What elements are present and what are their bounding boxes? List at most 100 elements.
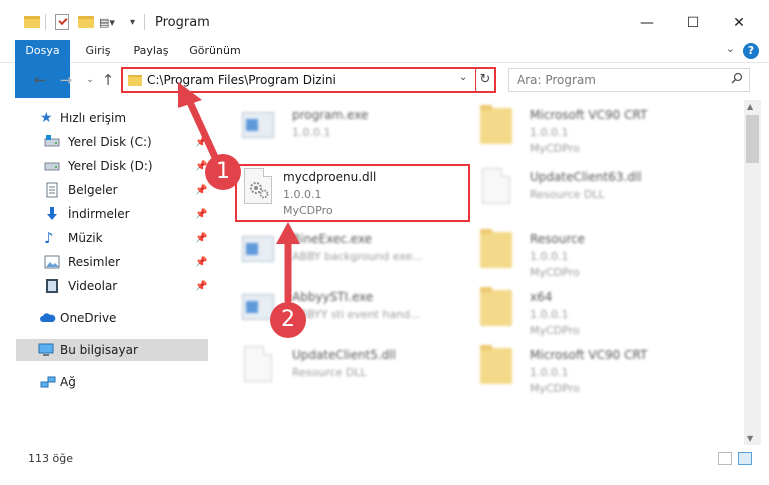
address-bar[interactable]: C:\Program Files\Program Dizini ⌄ ↻ xyxy=(121,67,496,93)
folder-icon xyxy=(24,11,40,33)
expand-ribbon-icon[interactable]: ⌄ xyxy=(726,42,735,55)
nav-label: Videolar xyxy=(68,279,118,293)
pin-icon[interactable]: 📌 xyxy=(195,257,207,268)
cloud-icon xyxy=(40,313,56,322)
search-icon[interactable] xyxy=(731,72,743,84)
help-icon[interactable]: ? xyxy=(743,43,759,59)
file-name: program.exe xyxy=(292,108,369,122)
nav-item-music[interactable]: ♪ Müzik 📌 xyxy=(0,227,208,249)
tab-home[interactable]: Giriş xyxy=(78,40,118,63)
ribbon: Dosya Giriş Paylaş Görünüm ⌄ ? xyxy=(0,40,769,98)
file-name: Microsoft VC90 CRT xyxy=(530,348,648,362)
pin-icon[interactable]: 📌 xyxy=(195,233,207,244)
nav-item-documents[interactable]: Belgeler 📌 xyxy=(0,179,208,201)
nav-item-drive-c[interactable]: Yerel Disk (C:) 📌 xyxy=(0,131,208,153)
nav-label: Müzik xyxy=(68,231,103,245)
drive-icon xyxy=(44,135,60,147)
drive-icon xyxy=(44,162,60,171)
scrollbar-thumb[interactable] xyxy=(746,115,759,163)
nav-item-downloads[interactable]: İndirmeler 📌 xyxy=(0,203,208,225)
file-company: MyCDPro xyxy=(530,382,580,395)
refresh-icon[interactable]: ↻ xyxy=(475,68,494,92)
maximize-button[interactable]: ☐ xyxy=(670,8,716,38)
computer-icon xyxy=(38,343,54,356)
nav-item-drive-d[interactable]: Yerel Disk (D:) 📌 xyxy=(0,155,208,177)
back-arrow-icon[interactable]: ← xyxy=(30,70,50,90)
list-item[interactable]: UpdateClient5.dll Resource DLL xyxy=(212,340,442,398)
scroll-down-icon[interactable]: ▼ xyxy=(747,434,753,443)
tab-view[interactable]: Görünüm xyxy=(184,40,246,63)
file-version: 1.0.0.1 xyxy=(292,126,331,139)
list-item[interactable]: Microsoft VC90 CRT 1.0.0.1 MyCDPro xyxy=(450,100,680,158)
details-view-icon[interactable] xyxy=(718,452,732,465)
file-version: ABBYY sti event hand... xyxy=(292,308,421,321)
file-version: Resource DLL xyxy=(530,188,605,201)
window-title: Program xyxy=(155,15,210,30)
up-arrow-icon[interactable]: ↑ xyxy=(98,70,118,90)
nav-label: OneDrive xyxy=(60,311,117,325)
file-name: UpdateClient63.dll xyxy=(530,170,642,184)
nav-quick-access[interactable]: ★ Hızlı erişim xyxy=(0,107,208,129)
nav-network[interactable]: Ağ xyxy=(0,371,208,393)
pictures-icon xyxy=(44,255,60,269)
file-name: BineExec.exe xyxy=(292,232,372,246)
nav-item-videos[interactable]: Videolar 📌 xyxy=(0,275,208,297)
exe-icon xyxy=(240,288,274,328)
network-icon xyxy=(40,376,56,388)
nav-onedrive[interactable]: OneDrive xyxy=(0,307,208,329)
vertical-scrollbar[interactable]: ▲ ▼ xyxy=(744,100,761,445)
pin-icon[interactable]: 📌 xyxy=(195,281,207,292)
file-name: Microsoft VC90 CRT xyxy=(530,108,648,122)
customize-quick-access-icon[interactable]: ▤▾ xyxy=(99,11,115,33)
folder-icon xyxy=(478,229,512,270)
step-marker-2: 2 xyxy=(270,302,306,338)
search-input[interactable]: Ara: Program xyxy=(508,68,750,92)
file-version: ABBY background exe... xyxy=(292,250,423,263)
list-item[interactable]: Resource 1.0.0.1 MyCDPro xyxy=(450,224,680,282)
file-list: program.exe 1.0.0.1 Microsoft VC90 CRT 1… xyxy=(212,100,742,445)
separator xyxy=(144,11,145,33)
tab-share[interactable]: Paylaş xyxy=(126,40,176,63)
nav-item-pictures[interactable]: Resimler 📌 xyxy=(0,251,208,273)
new-folder-icon[interactable] xyxy=(78,11,94,33)
chevron-down-icon[interactable]: ▾ xyxy=(130,11,135,33)
list-item[interactable]: program.exe 1.0.0.1 xyxy=(212,100,442,158)
step-marker-1: 1 xyxy=(205,154,241,190)
list-item[interactable]: UpdateClient63.dll Resource DLL xyxy=(450,162,680,220)
list-item[interactable]: Microsoft VC90 CRT 1.0.0.1 MyCDPro xyxy=(450,340,680,398)
large-icons-view-icon[interactable] xyxy=(738,452,752,465)
minimize-button[interactable]: — xyxy=(624,8,670,38)
dll-gear-icon xyxy=(478,168,512,208)
navigation-pane: ★ Hızlı erişim Yerel Disk (C:) 📌 Yerel D… xyxy=(0,100,212,450)
pin-icon[interactable]: 📌 xyxy=(195,185,207,196)
close-button[interactable]: ✕ xyxy=(716,8,762,38)
scroll-up-icon[interactable]: ▲ xyxy=(747,102,753,111)
recent-locations-icon[interactable]: ⌄ xyxy=(80,70,100,90)
list-item[interactable]: AbbyySTI.exe ABBYY sti event hand... xyxy=(212,282,442,340)
pin-icon[interactable]: 📌 xyxy=(195,137,207,148)
nav-label: Bu bilgisayar xyxy=(60,343,138,357)
item-count: 113 öğe xyxy=(28,452,73,465)
status-bar: 113 öğe xyxy=(0,448,769,470)
nav-this-pc[interactable]: Bu bilgisayar xyxy=(16,339,208,361)
highlight-box xyxy=(235,164,470,222)
separator xyxy=(45,11,46,33)
file-company: MyCDPro xyxy=(530,324,580,337)
pin-icon[interactable]: 📌 xyxy=(195,209,207,220)
properties-icon[interactable] xyxy=(55,11,69,33)
exe-icon xyxy=(240,230,274,270)
nav-label: Resimler xyxy=(68,255,121,269)
nav-label: Yerel Disk (C:) xyxy=(68,135,152,149)
forward-arrow-icon[interactable]: → xyxy=(56,70,76,90)
list-item[interactable]: x64 1.0.0.1 MyCDPro xyxy=(450,282,680,340)
address-path[interactable]: C:\Program Files\Program Dizini xyxy=(147,73,336,87)
chevron-down-icon[interactable]: ⌄ xyxy=(459,72,467,83)
list-item[interactable]: BineExec.exe ABBY background exe... xyxy=(212,224,442,282)
file-company: MyCDPro xyxy=(530,142,580,155)
download-icon xyxy=(47,207,57,220)
star-icon: ★ xyxy=(40,110,53,126)
file-version: Resource DLL xyxy=(292,366,367,379)
nav-label: Hızlı erişim xyxy=(60,111,127,125)
folder-icon xyxy=(128,75,142,86)
dll-gear-icon xyxy=(240,346,274,386)
